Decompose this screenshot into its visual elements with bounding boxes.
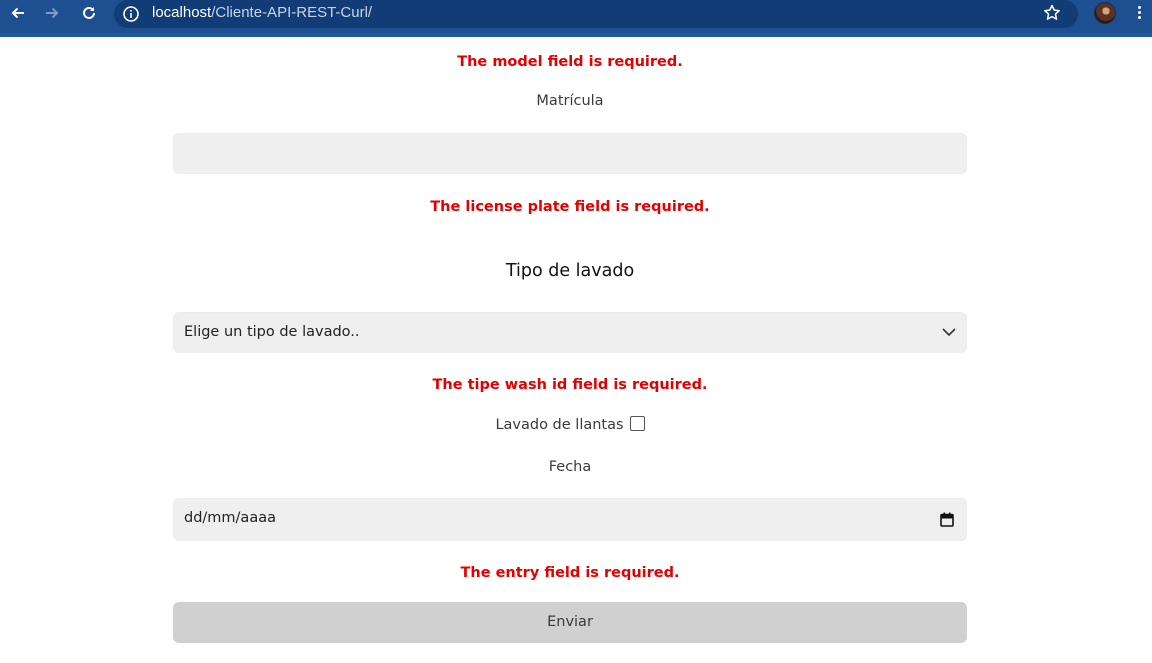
error-entry: The entry field is required. bbox=[460, 565, 680, 581]
arrow-left-icon bbox=[11, 7, 24, 19]
wash-type-select-value: Elige un tipo de lavado.. bbox=[184, 324, 360, 340]
date-input-placeholder: dd/mm/aaaa bbox=[184, 510, 276, 526]
tires-checkbox[interactable] bbox=[629, 416, 645, 431]
tires-label: Lavado de llantas bbox=[495, 417, 624, 433]
chevron-down-icon bbox=[942, 328, 956, 337]
error-wash: The tipe wash id field is required. bbox=[432, 377, 708, 393]
wash-type-select[interactable]: Elige un tipo de lavado.. bbox=[173, 312, 967, 353]
kebab-menu-icon[interactable] bbox=[1132, 4, 1146, 24]
submit-button[interactable]: Enviar bbox=[173, 602, 967, 643]
star-icon[interactable] bbox=[1042, 3, 1062, 23]
wash-type-heading: Tipo de lavado bbox=[505, 261, 635, 281]
plate-label: Matrícula bbox=[536, 93, 604, 109]
reload-icon bbox=[83, 6, 95, 19]
reload-button[interactable] bbox=[75, 3, 103, 25]
browser-toolbar: localhost/Cliente-API-REST-Curl/ bbox=[0, 0, 1152, 37]
plate-input[interactable] bbox=[173, 133, 967, 174]
calendar-icon[interactable] bbox=[940, 512, 954, 527]
back-button[interactable] bbox=[4, 3, 32, 25]
url-path: /Cliente-API-REST-Curl/ bbox=[211, 4, 373, 21]
url-text: localhost/Cliente-API-REST-Curl/ bbox=[152, 4, 372, 21]
arrow-right-icon bbox=[46, 7, 59, 19]
error-model: The model field is required. bbox=[457, 54, 683, 70]
date-label: Fecha bbox=[548, 459, 592, 475]
url-host: localhost bbox=[152, 4, 212, 21]
info-icon[interactable] bbox=[122, 5, 140, 23]
forward-button[interactable] bbox=[38, 3, 66, 25]
tires-row: Lavado de llantas bbox=[173, 416, 967, 433]
date-input[interactable]: dd/mm/aaaa bbox=[173, 498, 967, 541]
error-plate: The license plate field is required. bbox=[430, 199, 710, 215]
profile-avatar[interactable] bbox=[1094, 2, 1116, 24]
address-bar[interactable]: localhost/Cliente-API-REST-Curl/ bbox=[114, 0, 1078, 28]
toolbar-bottom-strip bbox=[0, 33, 1152, 37]
